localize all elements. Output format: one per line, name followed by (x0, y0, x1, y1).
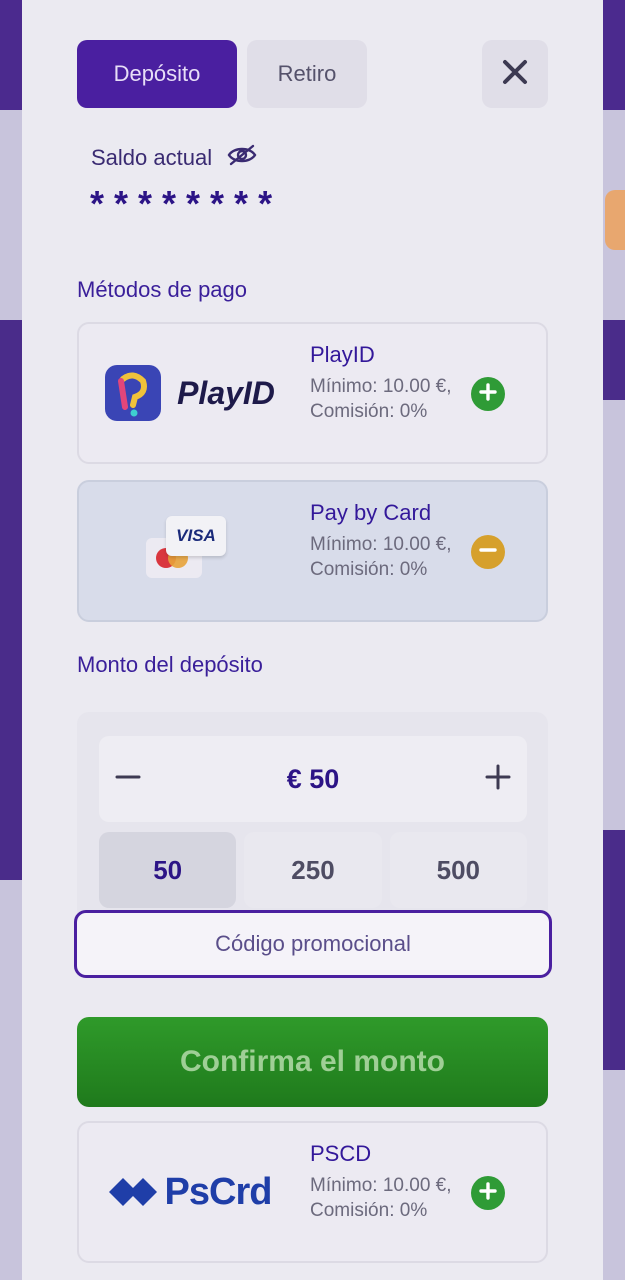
card-logo: VISA (79, 482, 299, 620)
plus-icon (485, 764, 511, 795)
balance-label: Saldo actual (91, 145, 213, 170)
amount-value[interactable]: € 50 (287, 764, 340, 795)
deposit-modal: Depósito Retiro Saldo actual ******** Mé… (22, 0, 603, 1280)
confirm-amount-button[interactable]: Confirma el monto (77, 1017, 548, 1107)
add-method-button[interactable] (471, 1176, 505, 1210)
tab-deposit[interactable]: Depósito (77, 40, 237, 108)
method-fee: Comisión: 0% (310, 401, 428, 422)
method-fee: Comisión: 0% (310, 559, 428, 580)
payment-method-card[interactable]: VISA Pay by Card Mínimo: 10.00 €, Comisi… (77, 480, 548, 622)
close-button[interactable] (482, 40, 548, 108)
amount-stepper: € 50 (99, 736, 527, 822)
tab-bar: Depósito Retiro (77, 40, 367, 108)
visa-icon: VISA (166, 516, 226, 556)
amount-presets: 50 250 500 (99, 832, 527, 908)
preset-50-button[interactable]: 50 (99, 832, 237, 908)
payment-methods-title: Métodos de pago (77, 277, 248, 302)
payment-method-playid[interactable]: PlayID PlayID Mínimo: 10.00 €, Comisión:… (77, 322, 548, 464)
promo-code-input[interactable] (74, 910, 552, 978)
amount-panel: € 50 50 250 500 (77, 712, 548, 922)
eye-slash-icon[interactable] (226, 143, 258, 173)
method-minimum: Mínimo: 10.00 €, (310, 376, 452, 397)
method-minimum: Mínimo: 10.00 €, (310, 534, 452, 555)
increase-button[interactable] (483, 764, 513, 794)
background-right-edge (603, 110, 625, 1280)
remove-method-button[interactable] (471, 535, 505, 569)
balance-label-row: Saldo actual (91, 143, 258, 173)
method-name: PlayID (310, 342, 375, 367)
preset-500-button[interactable]: 500 (389, 832, 527, 908)
minus-icon (115, 764, 141, 795)
plus-icon (478, 1181, 498, 1206)
pscrd-diamond-icon (108, 1178, 157, 1206)
pscrd-logo-text: PsCrd (164, 1170, 273, 1213)
plus-icon (478, 382, 498, 407)
background-left-edge (0, 110, 22, 1280)
method-name: PSCD (310, 1141, 372, 1166)
pscrd-logo: PsCrd (79, 1123, 299, 1261)
method-minimum: Mínimo: 10.00 €, (310, 1175, 452, 1196)
tab-withdraw[interactable]: Retiro (247, 40, 367, 108)
method-fee: Comisión: 0% (310, 1200, 428, 1221)
method-name: Pay by Card (310, 500, 432, 525)
add-method-button[interactable] (471, 377, 505, 411)
deposit-amount-title: Monto del depósito (77, 652, 263, 677)
close-icon (501, 58, 529, 91)
preset-250-button[interactable]: 250 (244, 832, 382, 908)
playid-logo-text: PlayID (177, 374, 275, 411)
minus-icon (478, 540, 498, 565)
balance-value: ******** (90, 183, 283, 224)
decrease-button[interactable] (113, 764, 143, 794)
payment-method-pscd[interactable]: PsCrd PSCD Mínimo: 10.00 €, Comisión: 0% (77, 1121, 548, 1263)
playid-logo: PlayID (79, 324, 299, 462)
